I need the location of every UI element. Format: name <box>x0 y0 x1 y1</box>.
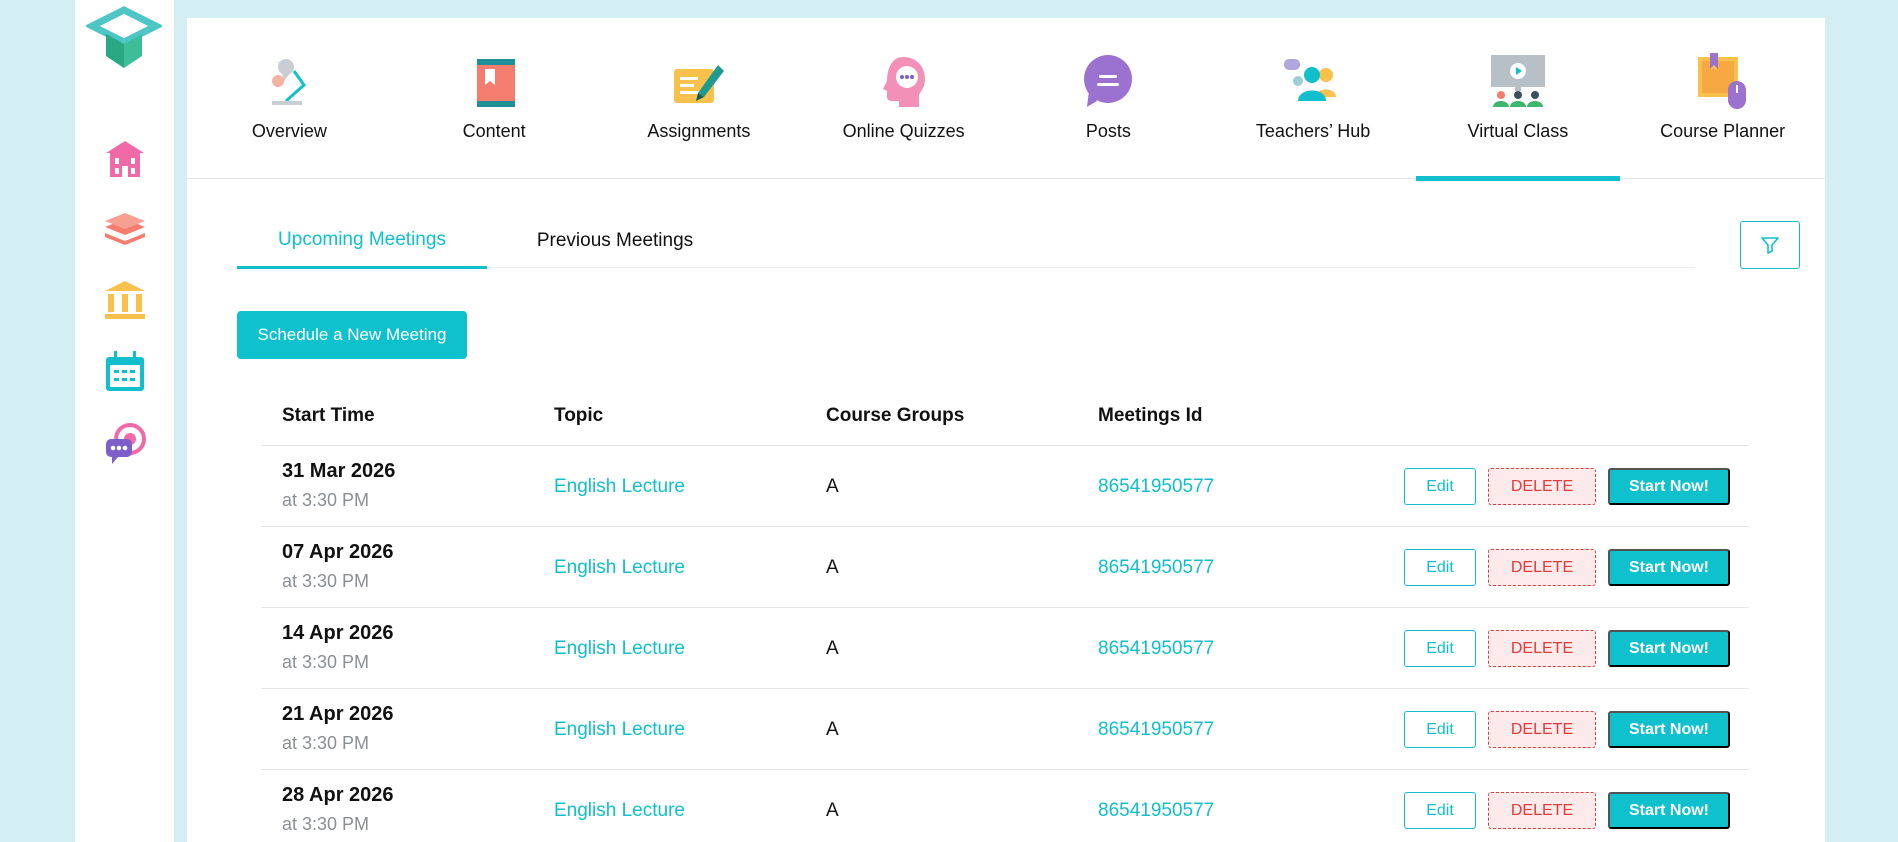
meeting-group: A <box>826 638 839 659</box>
tab-overview[interactable]: Overview <box>187 18 392 179</box>
teachers-group-icon <box>1282 51 1344 113</box>
planner-icon <box>1692 51 1754 113</box>
edit-button[interactable]: Edit <box>1404 468 1476 505</box>
meeting-topic-link[interactable]: English Lecture <box>554 557 685 579</box>
institution-icon[interactable] <box>75 270 175 330</box>
delete-button[interactable]: DELETE <box>1488 792 1596 829</box>
side-rail <box>75 0 175 842</box>
video-class-icon <box>1487 51 1549 113</box>
header-start-time: Start Time <box>282 404 375 426</box>
delete-button[interactable]: DELETE <box>1488 630 1596 667</box>
edit-button[interactable]: Edit <box>1404 792 1476 829</box>
meeting-time: at 3:30 PM <box>282 490 370 510</box>
meeting-group: A <box>826 557 839 578</box>
tab-teachers-hub[interactable]: Teachers’ Hub <box>1211 18 1416 179</box>
table-header: Start Time Topic Course Groups Meetings … <box>261 386 1749 446</box>
start-now-button[interactable]: Start Now! <box>1608 630 1730 667</box>
meetings-table: Start Time Topic Course Groups Meetings … <box>261 386 1749 842</box>
main-panel: Overview Content Assignments Online Quiz… <box>187 18 1825 842</box>
tab-course-planner[interactable]: Course Planner <box>1620 18 1825 179</box>
tab-online-quizzes[interactable]: Online Quizzes <box>801 18 1006 179</box>
tab-label: Virtual Class <box>1467 121 1569 141</box>
tab-label: Course Planner <box>1660 121 1786 141</box>
chat-icon[interactable] <box>75 414 175 474</box>
app-logo-icon[interactable] <box>84 4 164 76</box>
tab-upcoming-meetings[interactable]: Upcoming Meetings <box>237 214 487 269</box>
meeting-time: at 3:30 PM <box>282 814 370 834</box>
tab-label: Content <box>462 121 526 141</box>
thinking-head-icon <box>873 51 935 113</box>
start-now-button[interactable]: Start Now! <box>1608 468 1730 505</box>
tab-assignments[interactable]: Assignments <box>597 18 802 179</box>
calendar-icon[interactable] <box>75 342 175 402</box>
start-now-button[interactable]: Start Now! <box>1608 711 1730 748</box>
header-meetings-id: Meetings Id <box>1098 404 1203 426</box>
meeting-time: at 3:30 PM <box>282 733 370 753</box>
header-topic: Topic <box>554 404 604 426</box>
table-row: 21 Apr 2026 at 3:30 PM English Lecture A… <box>261 689 1749 770</box>
edit-button[interactable]: Edit <box>1404 711 1476 748</box>
tab-label: Posts <box>1085 121 1131 141</box>
table-row: 31 Mar 2026 at 3:30 PM English Lecture A… <box>261 446 1749 527</box>
meeting-date: 07 Apr 2026 <box>282 541 394 563</box>
header-course-groups: Course Groups <box>826 404 965 426</box>
table-row: 28 Apr 2026 at 3:30 PM English Lecture A… <box>261 770 1749 842</box>
meeting-id-link[interactable]: 86541950577 <box>1098 638 1214 660</box>
meeting-date: 21 Apr 2026 <box>282 703 394 725</box>
meeting-group: A <box>826 719 839 740</box>
meeting-subtabs: Upcoming Meetings Previous Meetings <box>237 214 1695 269</box>
start-now-button[interactable]: Start Now! <box>1608 549 1730 586</box>
table-row: 14 Apr 2026 at 3:30 PM English Lecture A… <box>261 608 1749 689</box>
tab-posts[interactable]: Posts <box>1006 18 1211 179</box>
edit-button[interactable]: Edit <box>1404 630 1476 667</box>
start-now-button[interactable]: Start Now! <box>1608 792 1730 829</box>
meeting-topic-link[interactable]: English Lecture <box>554 638 685 660</box>
filter-button[interactable] <box>1740 221 1800 269</box>
meeting-id-link[interactable]: 86541950577 <box>1098 476 1214 498</box>
tab-previous-meetings[interactable]: Previous Meetings <box>487 214 743 268</box>
meeting-time: at 3:30 PM <box>282 652 370 672</box>
module-tabs: Overview Content Assignments Online Quiz… <box>187 18 1825 181</box>
meeting-date: 28 Apr 2026 <box>282 784 394 806</box>
speech-bubble-icon <box>1077 51 1139 113</box>
meeting-topic-link[interactable]: English Lecture <box>554 719 685 741</box>
meeting-id-link[interactable]: 86541950577 <box>1098 719 1214 741</box>
meeting-date: 31 Mar 2026 <box>282 460 396 482</box>
meeting-time: at 3:30 PM <box>282 571 370 591</box>
meeting-topic-link[interactable]: English Lecture <box>554 800 685 822</box>
filter-icon <box>1761 237 1779 254</box>
edit-button[interactable]: Edit <box>1404 549 1476 586</box>
schedule-meeting-button[interactable]: Schedule a New Meeting <box>237 311 467 359</box>
layers-icon[interactable] <box>75 198 175 258</box>
meeting-id-link[interactable]: 86541950577 <box>1098 557 1214 579</box>
table-row: 07 Apr 2026 at 3:30 PM English Lecture A… <box>261 527 1749 608</box>
tab-label: Overview <box>251 121 327 141</box>
pen-paper-icon <box>668 51 730 113</box>
meeting-group: A <box>826 800 839 821</box>
meeting-date: 14 Apr 2026 <box>282 622 394 644</box>
tab-virtual-class[interactable]: Virtual Class <box>1415 18 1621 181</box>
tab-label: Assignments <box>647 121 751 141</box>
delete-button[interactable]: DELETE <box>1488 711 1596 748</box>
tab-content[interactable]: Content <box>392 18 597 179</box>
school-icon[interactable] <box>75 130 175 190</box>
meeting-group: A <box>826 476 839 497</box>
tab-label: Online Quizzes <box>842 121 965 141</box>
delete-button[interactable]: DELETE <box>1488 549 1596 586</box>
book-icon <box>463 51 525 113</box>
meeting-id-link[interactable]: 86541950577 <box>1098 800 1214 822</box>
delete-button[interactable]: DELETE <box>1488 468 1596 505</box>
meeting-topic-link[interactable]: English Lecture <box>554 476 685 498</box>
desk-lamp-icon <box>258 51 320 113</box>
tab-label: Teachers’ Hub <box>1255 121 1371 141</box>
